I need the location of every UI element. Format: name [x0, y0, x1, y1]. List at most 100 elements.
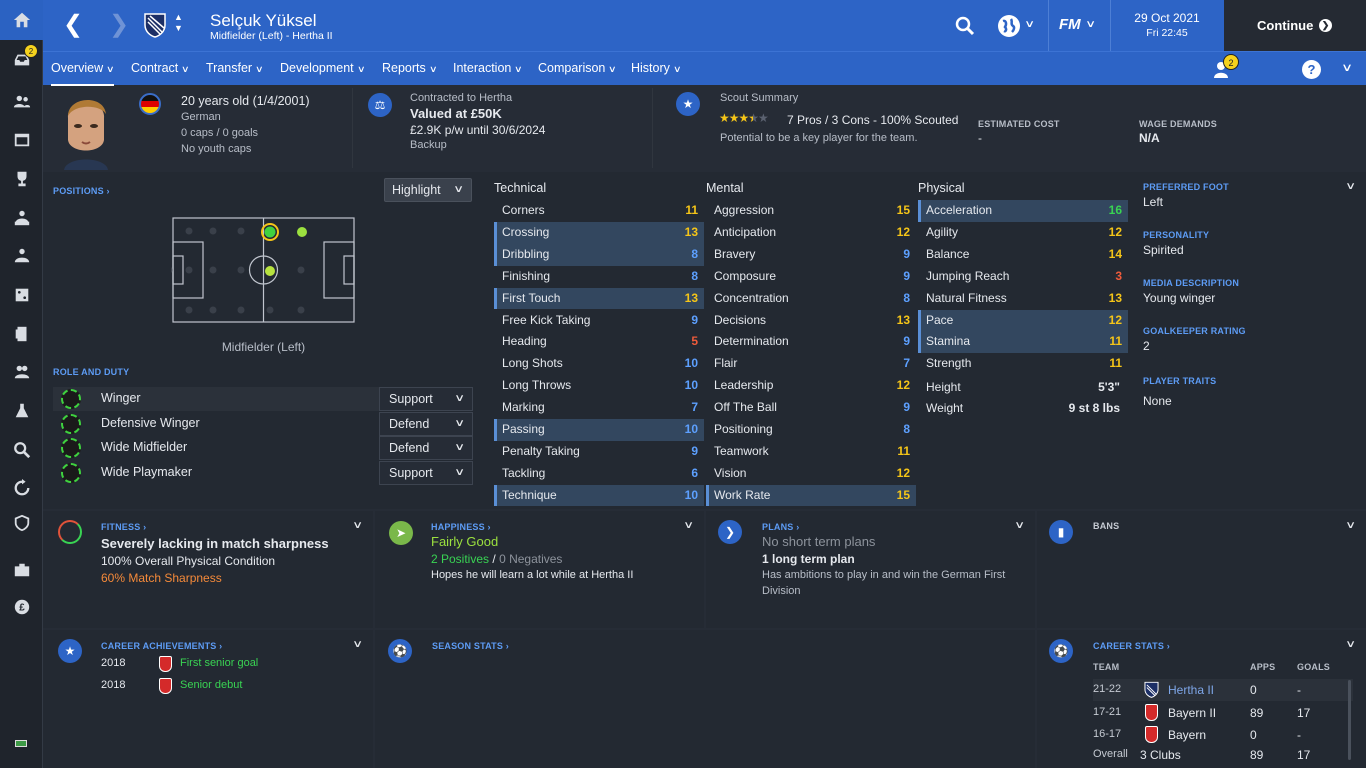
- forward-icon[interactable]: ❯: [109, 13, 129, 37]
- tab-transfer[interactable]: Transfer ∨: [206, 52, 264, 86]
- role-icon: [61, 414, 81, 434]
- chevron-down-icon: ∨: [453, 442, 465, 453]
- team-name[interactable]: Hertha II: [1168, 683, 1214, 697]
- attribute-name: Aggression: [714, 203, 775, 217]
- scouting-icon[interactable]: [0, 552, 43, 588]
- attribute-row: Finishing 8: [494, 266, 704, 288]
- home-icon[interactable]: [0, 0, 43, 40]
- team-name[interactable]: Bayern II: [1168, 706, 1216, 720]
- role-row[interactable]: Wide Midfielder Defend ∨: [53, 436, 473, 460]
- fm-logo[interactable]: FM: [1059, 16, 1081, 33]
- divider: [352, 88, 353, 168]
- collapse-icon[interactable]: ∨: [1014, 520, 1025, 531]
- world-chevron-icon[interactable]: ∨: [1024, 19, 1035, 30]
- season: 21-22: [1093, 683, 1122, 695]
- role-icon: [61, 389, 81, 409]
- collapse-icon[interactable]: ∨: [1345, 520, 1356, 531]
- happiness-link[interactable]: HAPPINESS ›: [431, 522, 491, 532]
- role-row[interactable]: Winger Support ∨: [53, 387, 473, 411]
- attribute-row: Crossing 13: [494, 221, 704, 244]
- fitness-link[interactable]: FITNESS ›: [101, 522, 146, 532]
- tab-interaction[interactable]: Interaction ∨: [453, 52, 523, 86]
- search-icon[interactable]: [0, 432, 43, 468]
- calendar-icon[interactable]: [0, 122, 43, 158]
- tab-history[interactable]: History ∨: [631, 52, 681, 86]
- role-row[interactable]: Defensive Winger Defend ∨: [53, 412, 473, 436]
- training-icon[interactable]: [0, 354, 43, 390]
- club-crest-icon[interactable]: [144, 12, 166, 38]
- attribute-value: 13: [684, 290, 698, 305]
- help-icon[interactable]: ?: [1302, 60, 1321, 79]
- team-name[interactable]: Bayern: [1168, 728, 1206, 742]
- attribute-value: 9: [903, 268, 910, 283]
- collapse-icon[interactable]: ∨: [1345, 639, 1356, 650]
- tab-development[interactable]: Development ∨: [280, 52, 365, 86]
- attribute-value: 10: [684, 487, 698, 502]
- squad-icon[interactable]: [0, 84, 43, 120]
- inbox-icon[interactable]: 2: [0, 42, 43, 78]
- finances-icon[interactable]: £: [0, 589, 43, 625]
- player-switch-icon[interactable]: ▲ ▼: [174, 12, 183, 34]
- player-caps: 0 caps / 0 goals: [181, 127, 259, 139]
- long-term-plan: 1 long term plan: [762, 552, 855, 566]
- career-stats-link[interactable]: CAREER STATS ›: [1093, 641, 1170, 651]
- career-row[interactable]: 16-17 Bayern 0 -: [1093, 724, 1353, 746]
- collapse-icon[interactable]: ∨: [352, 520, 363, 531]
- player-traits: None: [1143, 394, 1172, 408]
- role-row[interactable]: Wide Playmaker Support ∨: [53, 461, 473, 485]
- back-icon[interactable]: ❮: [63, 13, 83, 37]
- collapse-icon[interactable]: ∨: [1345, 181, 1356, 192]
- attribute-row: Agility 12: [918, 222, 1128, 244]
- technical-heading: Technical: [494, 181, 547, 195]
- club-crest-icon: [1145, 726, 1158, 743]
- nav-collapse-icon[interactable]: ∨: [1341, 61, 1353, 74]
- player-youth-caps: No youth caps: [181, 143, 252, 155]
- duty-dropdown[interactable]: Support ∨: [379, 387, 473, 411]
- team-icon[interactable]: [0, 200, 43, 236]
- attribute-row: Natural Fitness 13: [918, 288, 1128, 310]
- reports-icon[interactable]: [0, 316, 43, 352]
- career-row[interactable]: 17-21 Bayern II 89 17: [1093, 702, 1353, 724]
- achievement-badge-icon: [159, 678, 172, 694]
- col-goals: GOALS: [1297, 662, 1331, 672]
- collapse-icon[interactable]: ∨: [683, 520, 694, 531]
- attribute-name: Bravery: [714, 246, 756, 261]
- duty-dropdown[interactable]: Support ∨: [379, 461, 473, 485]
- notifications-icon[interactable]: 2: [1213, 54, 1239, 79]
- search-icon[interactable]: [955, 16, 975, 36]
- club-icon[interactable]: [0, 505, 43, 541]
- staff-icon[interactable]: [0, 238, 43, 274]
- goals: 17: [1297, 706, 1311, 720]
- transfers-icon[interactable]: [0, 470, 43, 506]
- attribute-value: 11: [897, 443, 910, 458]
- goalkeeper-rating-label: GOALKEEPER RATING: [1143, 326, 1246, 336]
- tab-overview[interactable]: Overview ∨: [51, 52, 115, 86]
- trophy-icon[interactable]: [0, 161, 43, 197]
- physical-heading: Physical: [918, 181, 965, 195]
- attribute-row: Marking 7: [494, 397, 704, 419]
- highlight-dropdown[interactable]: Highlight ∨: [384, 178, 472, 202]
- attribute-row: Decisions 13: [706, 310, 916, 332]
- season-stats-link[interactable]: SEASON STATS ›: [432, 641, 509, 651]
- attribute-name: Leadership: [714, 378, 774, 393]
- duty-dropdown[interactable]: Defend ∨: [379, 412, 473, 436]
- plans-link[interactable]: PLANS ›: [762, 522, 799, 532]
- positions-link[interactable]: POSITIONS ›: [53, 186, 110, 196]
- career-scrollbar[interactable]: [1348, 680, 1351, 760]
- duty-dropdown[interactable]: Defend ∨: [379, 436, 473, 460]
- attribute-value: 12: [896, 378, 910, 393]
- continue-button[interactable]: Continue ❯: [1224, 0, 1366, 51]
- medical-icon[interactable]: [0, 393, 43, 429]
- world-icon[interactable]: [998, 15, 1020, 37]
- tactics-icon[interactable]: [0, 277, 43, 313]
- attribute-value: 14: [1108, 246, 1122, 261]
- fm-chevron-icon[interactable]: ∨: [1085, 19, 1096, 30]
- tab-comparison[interactable]: Comparison ∨: [538, 52, 617, 86]
- career-row[interactable]: 21-22 Hertha II 0 -: [1093, 679, 1353, 701]
- collapse-icon[interactable]: ∨: [352, 639, 363, 650]
- career-achievements-link[interactable]: CAREER ACHIEVEMENTS ›: [101, 641, 222, 651]
- fitness-panel: [43, 511, 373, 628]
- tab-reports[interactable]: Reports ∨: [382, 52, 437, 86]
- attribute-name: Finishing: [502, 268, 551, 283]
- tab-contract[interactable]: Contract ∨: [131, 52, 190, 86]
